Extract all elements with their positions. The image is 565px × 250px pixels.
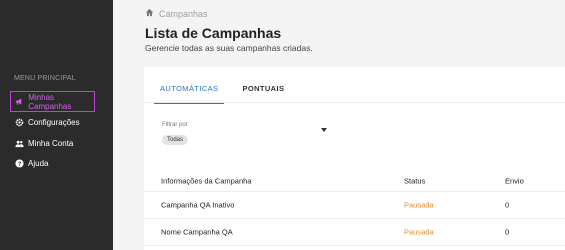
filter-label: Filtrar por — [162, 122, 188, 128]
filter-value-chip[interactable]: Todas — [162, 135, 189, 145]
page-title: Lista de Campanhas — [145, 25, 282, 41]
column-header-status: Status — [404, 176, 426, 185]
breadcrumb: Campanhas — [145, 8, 208, 19]
table-header-row: Informações da Campanha Status Envio — [144, 170, 565, 192]
sidebar: MENU PRINCIPAL Minhas Campanhas Configur… — [0, 0, 113, 250]
table-row[interactable]: Nome Campanha QA Pausada 0 — [144, 219, 565, 246]
sidebar-item-label: Ajuda — [28, 159, 49, 168]
campaigns-card: AUTOMÁTICAS PONTUAIS Filtrar por Todas I… — [144, 67, 565, 250]
campaign-name: Campanha QA Inativo — [161, 200, 235, 210]
tab-divider — [144, 102, 565, 103]
column-header-envio: Envio — [505, 176, 524, 185]
app-root: MENU PRINCIPAL Minhas Campanhas Configur… — [0, 0, 565, 250]
gear-icon — [14, 118, 24, 128]
campaign-envio: 0 — [505, 227, 510, 237]
tab-automaticas[interactable]: AUTOMÁTICAS — [154, 81, 225, 104]
page-subtitle: Gerencie todas as suas campanhas criadas… — [145, 43, 313, 53]
breadcrumb-label[interactable]: Campanhas — [159, 9, 208, 19]
main-content: Campanhas Lista de Campanhas Gerencie to… — [113, 0, 565, 250]
sidebar-item-configuracoes[interactable]: Configurações — [10, 112, 95, 133]
campaign-status: Pausada — [404, 227, 434, 237]
sidebar-heading: MENU PRINCIPAL — [14, 75, 76, 82]
campaign-envio: 0 — [505, 200, 510, 210]
campaign-status: Pausada — [404, 200, 434, 210]
people-icon — [14, 139, 24, 149]
sidebar-item-label: Minha Conta — [28, 139, 74, 148]
campaigns-table: Informações da Campanha Status Envio Cam… — [144, 170, 565, 246]
sidebar-item-minhas-campanhas[interactable]: Minhas Campanhas — [10, 91, 95, 112]
sidebar-item-label: Configurações — [28, 118, 80, 127]
svg-text:?: ? — [17, 162, 21, 168]
tab-bar: AUTOMÁTICAS PONTUAIS — [154, 81, 290, 104]
column-header-info: Informações da Campanha — [161, 176, 252, 185]
tab-pontuais[interactable]: PONTUAIS — [236, 81, 290, 104]
sidebar-item-ajuda[interactable]: ? Ajuda — [10, 153, 95, 174]
filter-select[interactable]: Filtrar por Todas — [162, 122, 327, 146]
sidebar-item-label: Minhas Campanhas — [28, 92, 72, 111]
megaphone-icon — [15, 97, 24, 107]
help-icon: ? — [14, 159, 24, 169]
campaign-name: Nome Campanha QA — [161, 227, 233, 237]
sidebar-item-minha-conta[interactable]: Minha Conta — [10, 133, 95, 154]
home-icon[interactable] — [145, 8, 154, 19]
dropdown-arrow-icon[interactable] — [321, 128, 327, 132]
table-row[interactable]: Campanha QA Inativo Pausada 0 — [144, 192, 565, 219]
